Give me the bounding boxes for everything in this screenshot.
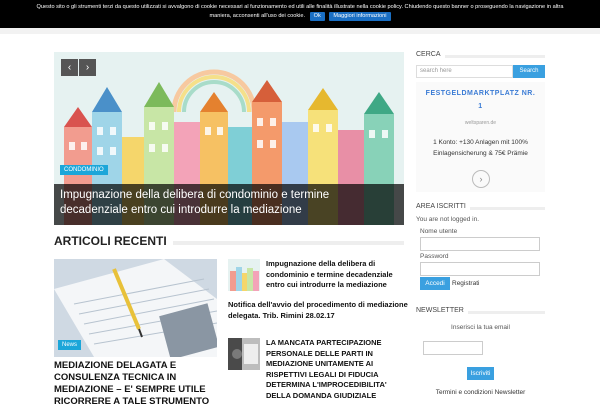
recent-item-thumbnail[interactable] bbox=[228, 338, 260, 370]
top-bar bbox=[0, 28, 600, 34]
recent-item-title[interactable]: LA MANCATA PARTECIPAZIONE PERSONALE DELL… bbox=[266, 338, 406, 401]
search-input[interactable]: search here bbox=[416, 65, 513, 78]
newsletter-widget-title: NEWSLETTER bbox=[416, 307, 545, 319]
slider-caption[interactable]: Impugnazione della delibera di condomini… bbox=[54, 184, 404, 225]
newsletter-terms-link[interactable]: Termini e condizioni Newsletter bbox=[416, 389, 545, 396]
recent-item-title[interactable]: Notifica dell'avvio del procedimento di … bbox=[228, 300, 408, 321]
slider-prev-button[interactable]: ‹ bbox=[61, 59, 78, 76]
ad-title-line2[interactable]: 1 bbox=[416, 100, 545, 113]
featured-category-badge[interactable]: News bbox=[58, 340, 82, 350]
ad-go-icon[interactable]: › bbox=[472, 170, 490, 188]
login-widget-title: AREA ISCRITTI bbox=[416, 203, 545, 215]
username-label: Nome utente bbox=[420, 228, 458, 235]
featured-article-title[interactable]: MEDIAZIONE DELAGATA E CONSULENZA TECNICA… bbox=[54, 360, 224, 408]
password-label: Password bbox=[420, 253, 449, 260]
ad-body[interactable]: 1 Konto: +130 Anlagen mit 100% Einlagens… bbox=[416, 137, 545, 159]
recent-articles-header: ARTICOLI RECENTI bbox=[54, 234, 404, 250]
newsletter-title-text: NEWSLETTER bbox=[416, 307, 468, 314]
cookie-text-row2: maniera, acconsenti all'uso dei cookie. … bbox=[0, 12, 600, 21]
username-field[interactable] bbox=[420, 237, 540, 251]
ad-banner[interactable]: FESTGELDMARKTPLATZ NR. 1 weltsparen.de 1… bbox=[416, 82, 545, 192]
ad-source: weltsparen.de bbox=[464, 120, 497, 126]
slider-category-badge[interactable]: CONDOMINIO bbox=[60, 165, 108, 175]
search-widget-title: CERCA bbox=[416, 51, 545, 63]
newsletter-email-field[interactable] bbox=[423, 341, 483, 355]
newsletter-email-label: Inserisci la tua email bbox=[451, 324, 510, 331]
recent-articles-title: ARTICOLI RECENTI bbox=[54, 234, 173, 248]
newsletter-subscribe-button[interactable]: Iscriviti bbox=[467, 367, 494, 380]
login-button[interactable]: Accedi bbox=[420, 277, 450, 290]
search-button[interactable]: Search bbox=[513, 65, 545, 78]
recent-item-title[interactable]: Impugnazione della delibera di condomini… bbox=[266, 259, 406, 291]
cookie-text-line2: maniera, acconsenti all'uso dei cookie. bbox=[209, 13, 306, 19]
login-status-text: You are not logged in. bbox=[416, 216, 480, 223]
cookie-banner: Questo sito o gli strumenti terzi da que… bbox=[0, 0, 600, 28]
recent-item-thumbnail[interactable] bbox=[228, 259, 260, 291]
search-title-text: CERCA bbox=[416, 51, 445, 58]
ad-title-line1[interactable]: FESTGELDMARKTPLATZ NR. bbox=[416, 87, 545, 100]
slider-next-button[interactable]: › bbox=[79, 59, 96, 76]
password-field[interactable] bbox=[420, 262, 540, 276]
ad-body-line1[interactable]: 1 Konto: +130 Anlagen mit 100% bbox=[416, 137, 545, 148]
cookie-more-info-button[interactable]: Maggiori informazioni bbox=[329, 12, 391, 21]
cookie-text-line1: Questo sito o gli strumenti terzi da que… bbox=[36, 4, 564, 10]
register-link[interactable]: Registrati bbox=[452, 280, 479, 287]
ad-title[interactable]: FESTGELDMARKTPLATZ NR. 1 bbox=[416, 87, 545, 113]
login-title-text: AREA ISCRITTI bbox=[416, 203, 470, 210]
ad-body-line2[interactable]: Einlagensicherung & 75€ Prämie bbox=[416, 148, 545, 159]
cookie-ok-button[interactable]: Ok bbox=[309, 12, 325, 21]
